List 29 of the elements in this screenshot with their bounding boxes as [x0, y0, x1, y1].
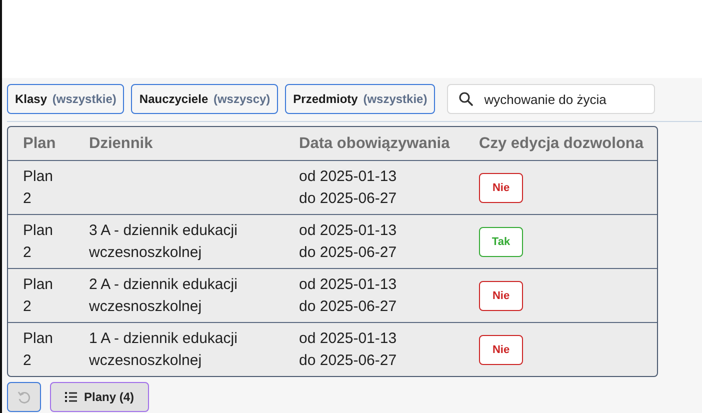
table-cell-text: od 2025-01-13: [299, 166, 398, 186]
filter-button[interactable]: Nauczyciele (wszyscy): [131, 84, 278, 114]
table-cell-text: od 2025-01-13: [299, 328, 398, 348]
table-cell-text: 3 A - dziennik edukacji wczesnoszkolnej: [89, 220, 238, 262]
column-header: Plan: [23, 134, 57, 154]
column-header: Czy edycja dozwolona: [479, 134, 645, 154]
edit-permission-button[interactable]: Nie: [479, 172, 523, 202]
plans-button[interactable]: Plany (4): [50, 382, 150, 412]
table-cell-text: do 2025-06-27: [299, 242, 398, 262]
table-cell-text: 2 A - dziennik edukacji wczesnoszkolnej: [89, 274, 238, 316]
table-cell-text: Plan 2: [23, 274, 54, 316]
table-cell-text: Plan 2: [23, 328, 54, 370]
search-field[interactable]: wychowanie do życia: [447, 84, 656, 114]
table-cell-text: do 2025-06-27: [299, 296, 398, 316]
column-header: Dziennik: [89, 134, 154, 154]
table-cell-text: 1 A - dziennik edukacji wczesnoszkolnej: [89, 328, 238, 370]
column-header: Data obowiązywania: [299, 134, 451, 154]
table-cell-text: Plan 2: [23, 166, 54, 208]
undo-icon: [17, 390, 31, 404]
filter-button[interactable]: Klasy (wszystkie): [7, 84, 124, 114]
table-cell-text: od 2025-01-13: [299, 274, 398, 294]
table-cell-text: do 2025-06-27: [299, 350, 398, 370]
table-cell-text: od 2025-01-13: [299, 220, 398, 240]
table-cell-text: Plan 2: [23, 220, 54, 262]
edit-permission-button[interactable]: Nie: [479, 334, 523, 364]
list-icon: [65, 392, 77, 402]
filter-button[interactable]: Przedmioty (wszystkie): [285, 84, 436, 114]
edit-permission-button[interactable]: Nie: [479, 280, 523, 310]
table-cell-text: do 2025-06-27: [299, 188, 398, 208]
